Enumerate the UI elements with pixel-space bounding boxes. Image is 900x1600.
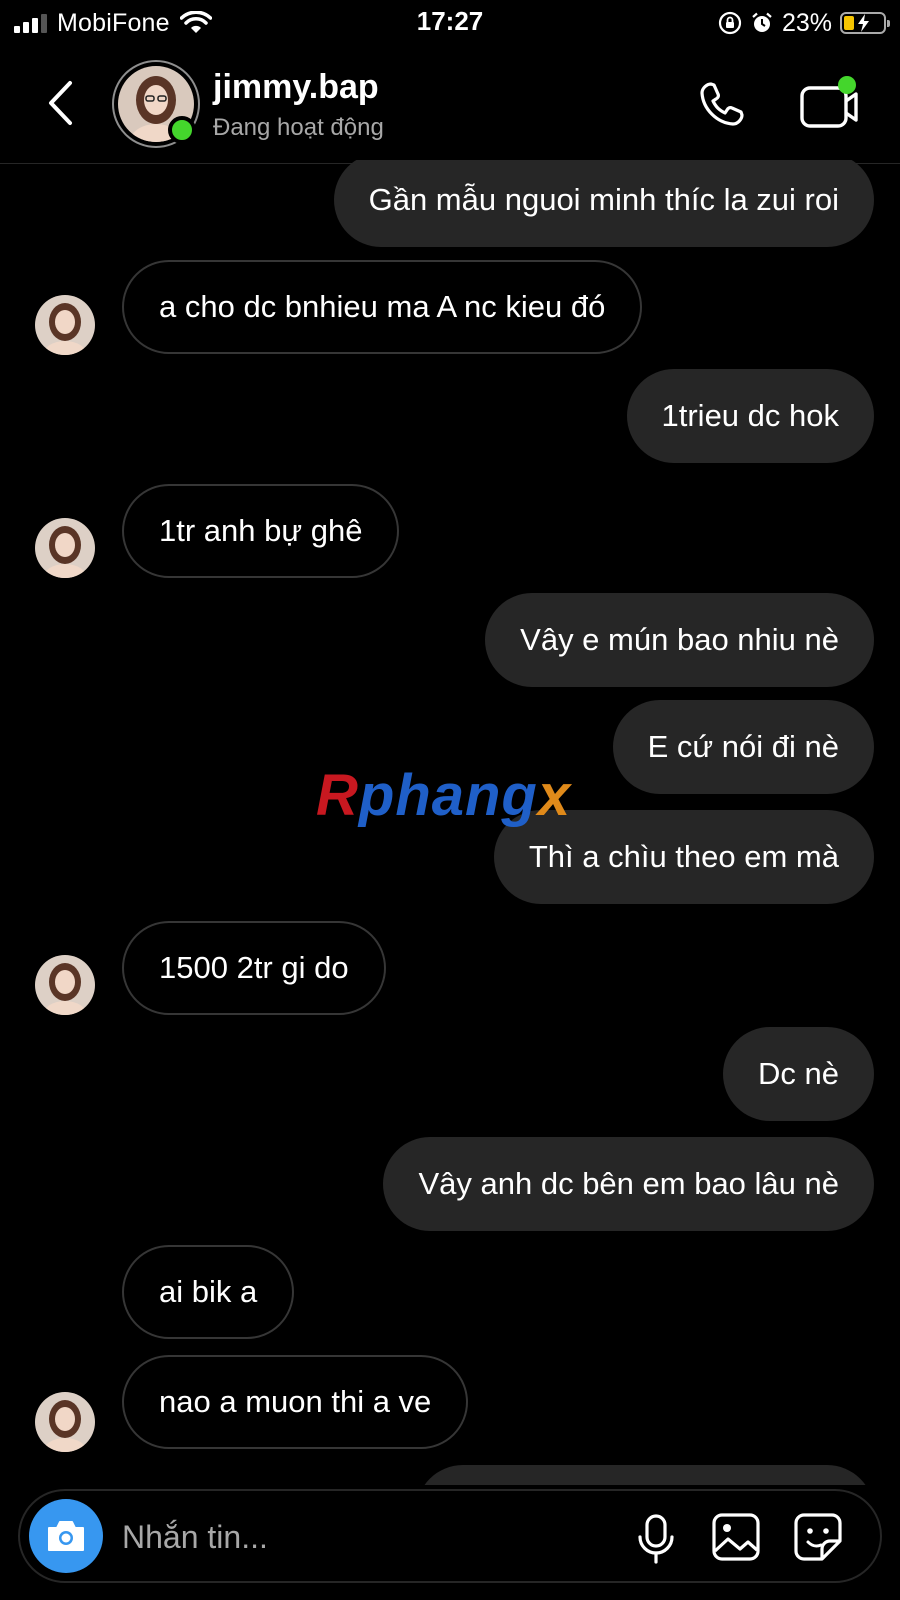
message-outgoing-partial[interactable] bbox=[416, 1465, 874, 1485]
message-outgoing[interactable]: Dc nè bbox=[723, 1027, 874, 1121]
sender-avatar[interactable] bbox=[35, 1392, 95, 1452]
gallery-icon bbox=[712, 1513, 760, 1561]
message-input[interactable] bbox=[122, 1509, 582, 1565]
battery-charging-icon bbox=[840, 12, 890, 34]
microphone-button[interactable] bbox=[632, 1513, 680, 1565]
message-incoming[interactable]: ai bik a bbox=[122, 1245, 295, 1339]
audio-call-button[interactable] bbox=[692, 74, 752, 134]
orientation-lock-icon bbox=[718, 11, 742, 35]
message-outgoing[interactable]: 1trieu dc hok bbox=[626, 369, 874, 463]
status-bar: MobiFone 17:27 23% bbox=[0, 0, 900, 46]
back-button[interactable] bbox=[38, 78, 82, 128]
back-icon bbox=[49, 81, 72, 125]
sender-avatar[interactable] bbox=[35, 955, 95, 1015]
message-incoming[interactable]: 1tr anh bự ghê bbox=[122, 484, 400, 578]
battery-percent: 23% bbox=[781, 8, 832, 37]
message-outgoing[interactable]: Vây anh dc bên em bao lâu nè bbox=[383, 1137, 874, 1231]
phone-icon bbox=[700, 82, 744, 126]
online-indicator bbox=[168, 116, 196, 144]
message-outgoing[interactable]: E cứ nói đi nè bbox=[612, 700, 874, 794]
message-incoming[interactable]: a cho dc bnhieu ma A nc kieu đó bbox=[122, 260, 643, 354]
sticker-icon bbox=[794, 1513, 842, 1561]
microphone-icon bbox=[638, 1514, 674, 1564]
sticker-button[interactable] bbox=[792, 1511, 844, 1563]
camera-button[interactable] bbox=[29, 1499, 103, 1573]
alarm-icon bbox=[752, 12, 772, 32]
sender-avatar[interactable] bbox=[35, 295, 95, 355]
camera-icon bbox=[48, 1521, 84, 1551]
message-composer bbox=[18, 1489, 882, 1583]
message-outgoing[interactable]: Vây e mún bao nhiu nè bbox=[485, 593, 874, 687]
activity-status: Đang hoạt động bbox=[213, 114, 384, 141]
message-outgoing[interactable]: Gần mẫu nguoi minh thíc la zui roi bbox=[333, 160, 874, 247]
message-incoming[interactable]: nao a muon thi a ve bbox=[122, 1355, 469, 1449]
gallery-button[interactable] bbox=[710, 1511, 762, 1563]
message-incoming[interactable]: 1500 2tr gi do bbox=[122, 921, 386, 1015]
chat-header: jimmy.bap Đang hoạt động bbox=[0, 46, 900, 164]
video-notification-dot bbox=[838, 76, 856, 94]
watermark-logo: Rphangx bbox=[316, 763, 572, 828]
video-call-button[interactable] bbox=[796, 72, 860, 136]
chat-username[interactable]: jimmy.bap bbox=[213, 68, 379, 107]
status-right: 23% bbox=[718, 8, 890, 38]
chat-screen: MobiFone 17:27 23% jimmy.bap Đang hoạt đ… bbox=[0, 0, 900, 1600]
sender-avatar[interactable] bbox=[35, 518, 95, 578]
